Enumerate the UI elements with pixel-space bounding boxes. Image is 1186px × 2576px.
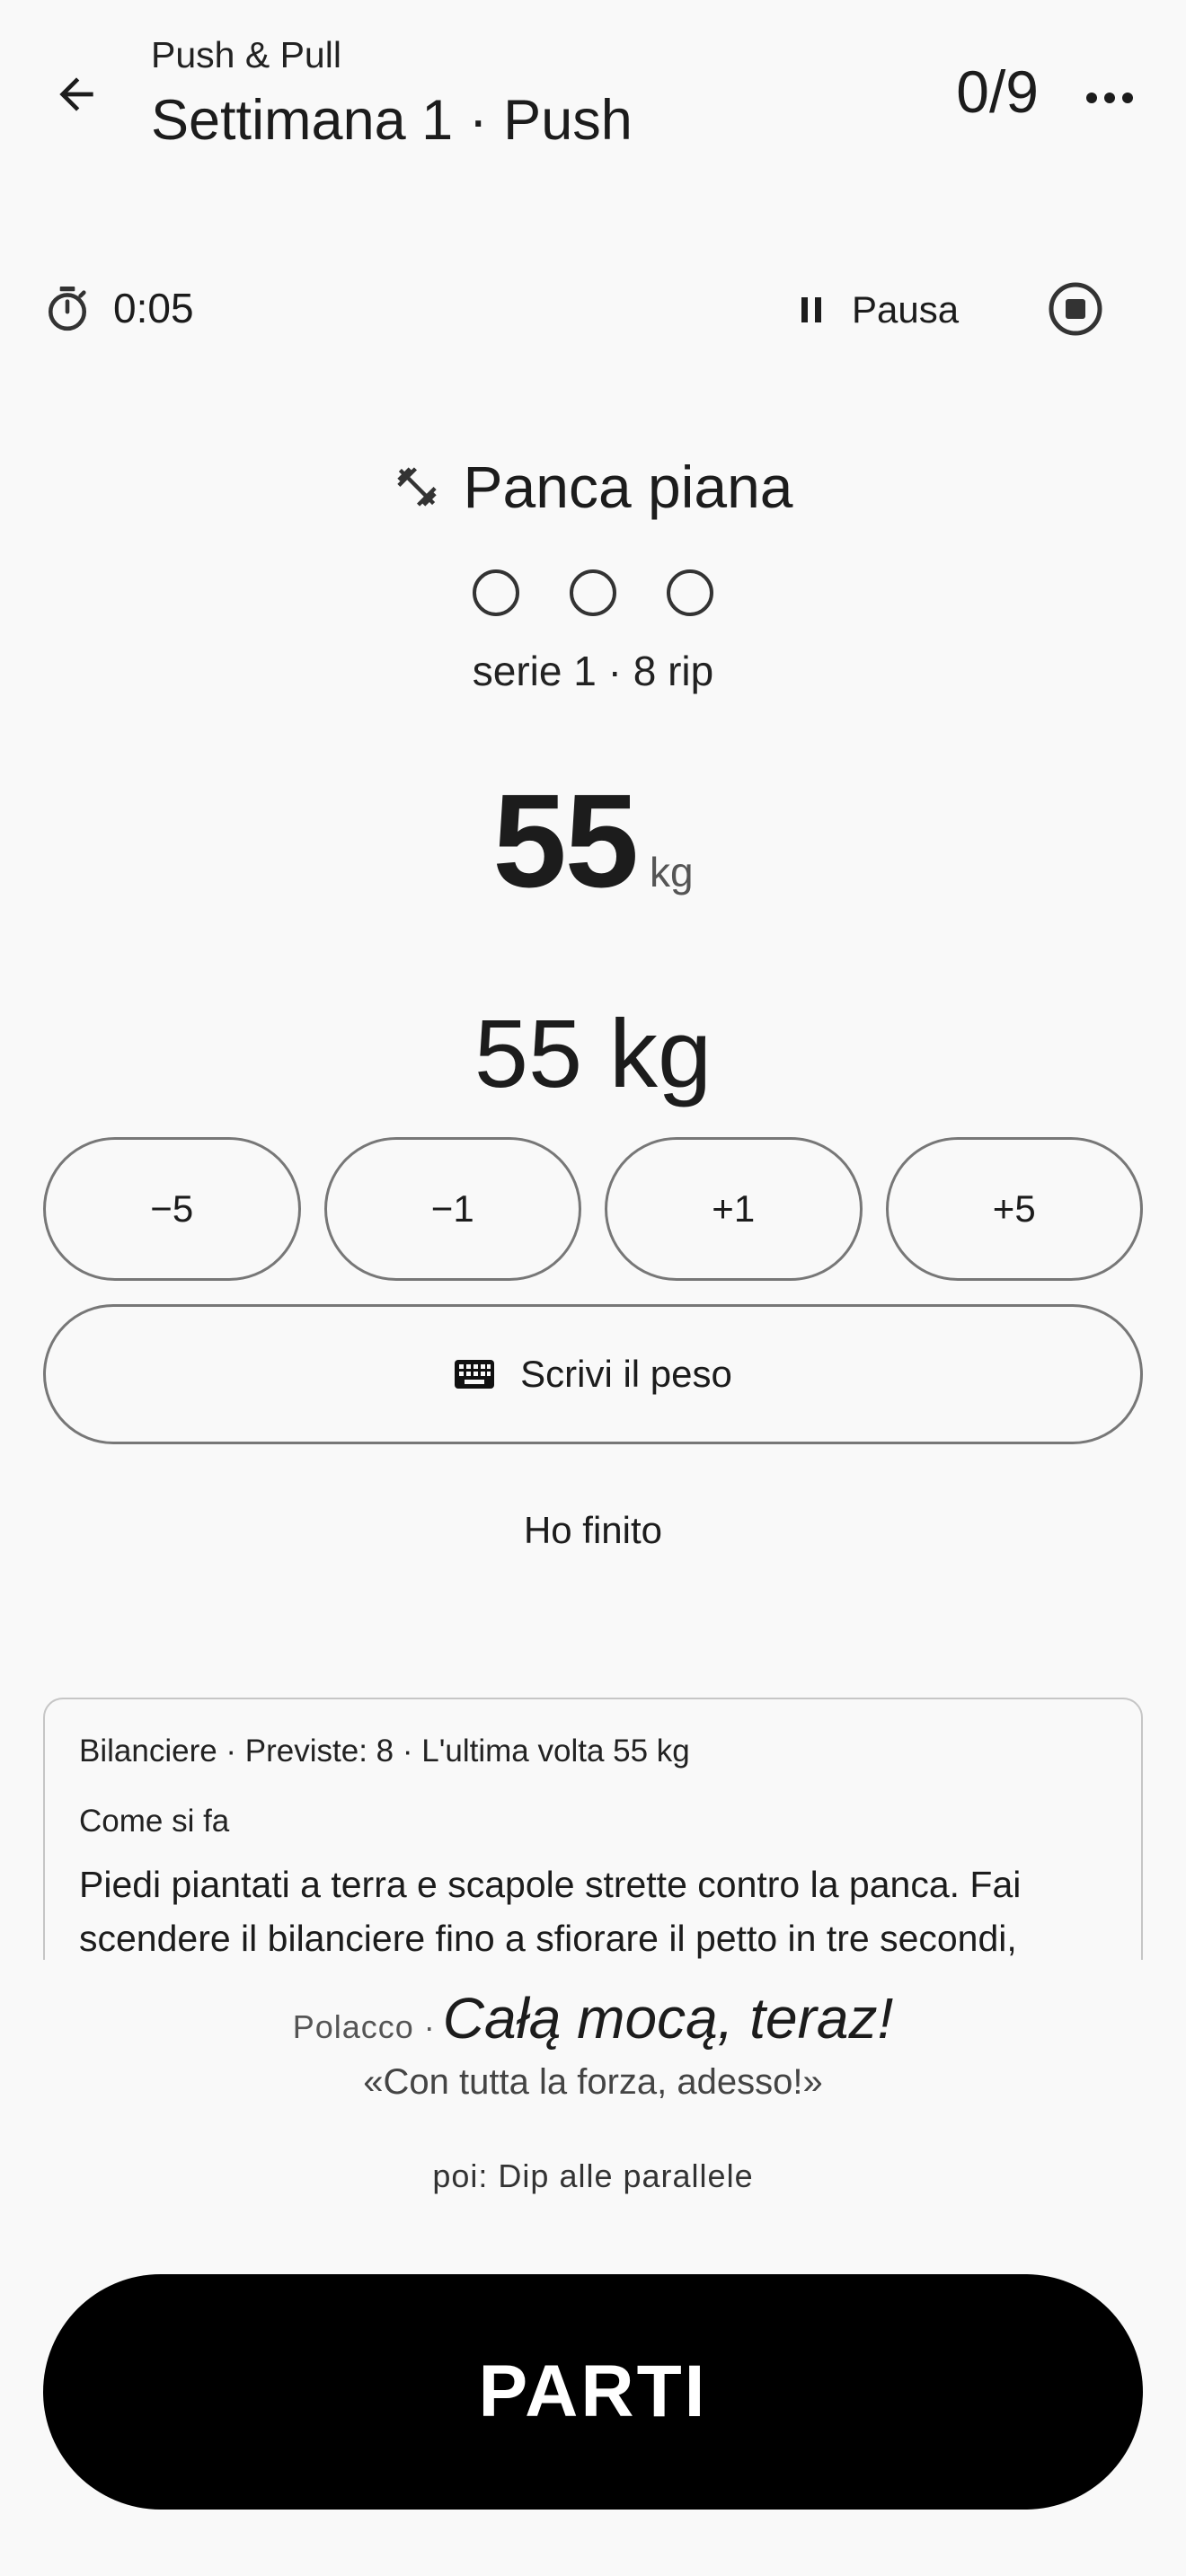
minus-1-button[interactable]: −1 (323, 1137, 581, 1281)
phrase-translation: «Con tutta la forza, adesso!» (363, 2062, 823, 2102)
exercise-progress: 0/9 (956, 58, 1039, 125)
elapsed-time: 0:05 (113, 285, 194, 331)
type-weight-label: Scrivi il peso (520, 1353, 732, 1395)
motivational-phrase: Polacco · Całą mocą, teraz! (0, 1985, 1186, 2051)
done-button[interactable]: Ho finito (0, 1509, 1186, 1552)
minus-5-button[interactable]: −5 (43, 1137, 301, 1281)
pause-label: Pausa (852, 288, 960, 331)
workout-plan-name: Push & Pull (151, 34, 341, 75)
set-indicators (0, 569, 1186, 616)
phrase-language: Polacco · (292, 2008, 436, 2045)
dumbbell-icon (396, 467, 437, 507)
pause-button[interactable]: Pausa (782, 269, 977, 350)
keyboard-icon (455, 1360, 495, 1389)
plus-5-button[interactable]: +5 (885, 1137, 1143, 1281)
weight-stepper: −5 −1 +1 +5 (43, 1137, 1143, 1281)
how-to-description: Piedi piantati a terra e scapole strette… (79, 1864, 1022, 1959)
set-indicator[interactable] (570, 569, 616, 616)
phrase-text: Całą mocą, teraz! (442, 1986, 894, 2051)
start-label: PARTI (478, 2351, 708, 2432)
arrow-left-icon (59, 77, 93, 111)
stop-button[interactable] (1035, 275, 1116, 343)
exercise-header: Panca piana (0, 453, 1186, 521)
set-indicator[interactable] (473, 569, 519, 616)
stop-circle-icon (1049, 282, 1102, 336)
current-weight: 55 kg (474, 999, 712, 1107)
stopwatch-icon (48, 287, 87, 331)
next-exercise: poi: Dip alle parallele (432, 2157, 754, 2194)
exercise-info-card[interactable]: Bilanciere · Previste: 8 · L'ultima volt… (43, 1698, 1143, 1960)
back-button[interactable] (36, 54, 117, 135)
exercise-name: Panca piana (463, 454, 793, 520)
more-horizontal-icon (1086, 93, 1133, 103)
type-weight-button[interactable]: Scrivi il peso (43, 1304, 1143, 1444)
target-weight-value: 55 (492, 767, 639, 915)
start-button[interactable]: PARTI (43, 2274, 1143, 2510)
exercise-meta: Bilanciere · Previste: 8 · L'ultima volt… (79, 1734, 690, 1769)
pause-icon (801, 297, 821, 322)
set-indicator[interactable] (667, 569, 713, 616)
target-weight-unit: kg (650, 849, 694, 895)
more-options-button[interactable] (1069, 57, 1150, 138)
set-info: serie 1 · 8 rip (472, 648, 714, 694)
session-title: Settimana 1 · Push (151, 89, 633, 152)
how-to-title: Come si fa (79, 1804, 230, 1839)
plus-1-button[interactable]: +1 (605, 1137, 863, 1281)
target-weight: 55 kg (0, 765, 1186, 918)
